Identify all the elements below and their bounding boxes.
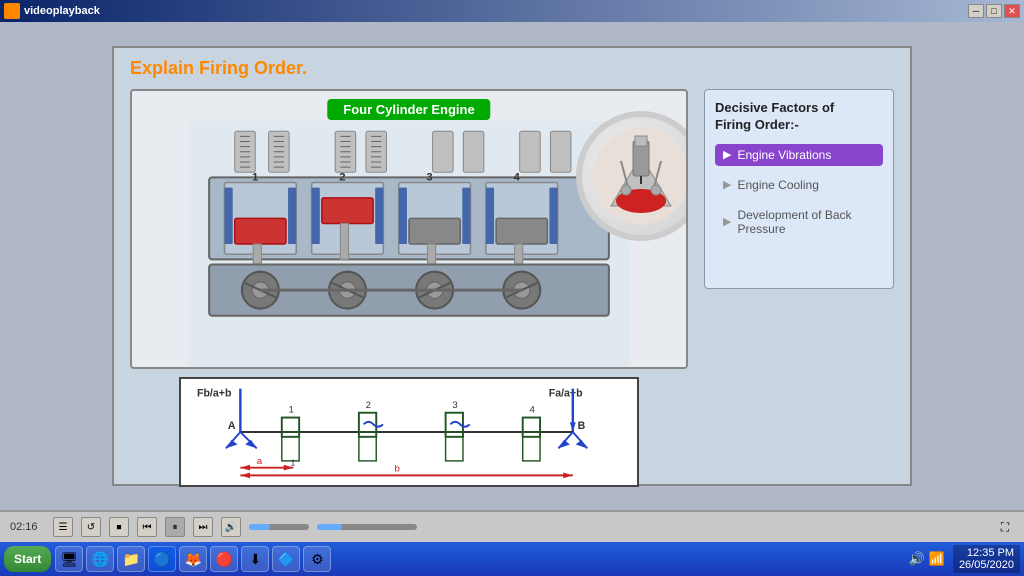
spark-plug-svg <box>591 126 688 226</box>
window: videoplayback ─ □ ✕ Explain Firing Order… <box>0 0 1024 576</box>
slide-title-prefix: Explain <box>130 58 199 78</box>
menu-button[interactable]: ☰ <box>53 517 73 537</box>
taskbar-system-icons: 🔊 📶 <box>909 551 945 567</box>
volume-button[interactable]: 🔊 <box>221 517 241 537</box>
title-bar: videoplayback ─ □ ✕ <box>0 0 1024 22</box>
taskbar-app-opera[interactable]: 🔴 <box>210 546 238 572</box>
svg-text:2: 2 <box>366 400 371 411</box>
taskbar-app-settings[interactable]: ⚙ <box>303 546 331 572</box>
content-area: Explain Firing Order. Four Cylinder Engi… <box>0 22 1024 542</box>
svg-text:Fb/a+b: Fb/a+b <box>197 387 232 399</box>
seek-bar[interactable] <box>317 524 417 530</box>
svg-text:A: A <box>228 420 236 432</box>
factor-label-cooling: Engine Cooling <box>737 178 818 192</box>
factor-item-backpressure[interactable]: ▶ Development of Back Pressure <box>715 204 883 240</box>
fullscreen-button[interactable]: ⛶ <box>996 518 1014 536</box>
rewind-button[interactable]: ⏮ <box>137 517 157 537</box>
taskbar-app-blue[interactable]: 🔵 <box>148 546 176 572</box>
stop-button[interactable]: ⏹ <box>109 517 129 537</box>
taskbar-network-icon[interactable]: 📶 <box>929 551 945 567</box>
factor-item-vibrations[interactable]: ▶ Engine Vibrations <box>715 144 883 166</box>
svg-text:b: b <box>395 464 400 475</box>
taskbar-clock: 12:35 PM 26/05/2020 <box>953 545 1020 573</box>
start-button[interactable]: Start <box>4 546 51 572</box>
svg-text:Fa/a+b: Fa/a+b <box>549 387 583 399</box>
taskbar-app-torrent[interactable]: 🔷 <box>272 546 300 572</box>
play-pause-button[interactable]: ⏸ <box>165 517 185 537</box>
factor-arrow-cooling: ▶ <box>723 178 731 191</box>
taskbar-app-computer[interactable]: 🖥 <box>55 546 83 572</box>
svg-text:4: 4 <box>529 405 535 416</box>
svg-text:1: 1 <box>290 458 295 468</box>
svg-text:1: 1 <box>252 171 258 183</box>
svg-text:3: 3 <box>452 400 457 411</box>
taskbar-right: 🔊 📶 12:35 PM 26/05/2020 <box>909 545 1020 573</box>
restart-button[interactable]: ↺ <box>81 517 101 537</box>
right-panel: Decisive Factors of Firing Order:- ▶ Eng… <box>704 89 894 487</box>
factor-arrow-backpressure: ▶ <box>723 215 731 228</box>
time-display: 02:16 <box>10 521 45 533</box>
svg-text:B: B <box>578 420 586 432</box>
taskbar-volume-icon[interactable]: 🔊 <box>909 551 925 567</box>
clock-date: 26/05/2020 <box>959 559 1014 571</box>
maximize-button[interactable]: □ <box>986 4 1002 18</box>
factors-title: Decisive Factors of Firing Order:- <box>715 100 883 134</box>
clock-time: 12:35 PM <box>959 547 1014 559</box>
control-bar: 02:16 ☰ ↺ ⏹ ⏮ ⏸ ⏭ 🔊 ⛶ <box>0 510 1024 542</box>
seek-fill <box>317 524 342 530</box>
factors-box: Decisive Factors of Firing Order:- ▶ Eng… <box>704 89 894 289</box>
factor-arrow-vibrations: ▶ <box>723 148 731 161</box>
svg-text:4: 4 <box>513 171 520 183</box>
video-area: Explain Firing Order. Four Cylinder Engi… <box>0 22 1024 510</box>
engine-label: Four Cylinder Engine <box>327 99 490 120</box>
volume-fill <box>249 524 270 530</box>
taskbar-app-download[interactable]: ⬇ <box>241 546 269 572</box>
slide-title: Explain Firing Order. <box>130 58 894 79</box>
forces-svg: Fb/a+b Fa/a+b <box>181 379 637 485</box>
factors-title-line1: Decisive Factors of <box>715 100 834 115</box>
taskbar-apps: 🖥 🌐 📁 🔵 🦊 🔴 ⬇ 🔷 ⚙ <box>55 546 904 572</box>
volume-bar[interactable] <box>249 524 309 530</box>
title-bar-left: videoplayback <box>4 3 100 19</box>
factors-title-line2: Firing Order:- <box>715 117 799 132</box>
factor-item-cooling[interactable]: ▶ Engine Cooling <box>715 174 883 196</box>
engine-diagram: Four Cylinder Engine <box>130 89 688 487</box>
slide-body: Four Cylinder Engine <box>130 89 894 487</box>
minimize-button[interactable]: ─ <box>968 4 984 18</box>
forces-diagram: Fb/a+b Fa/a+b <box>179 377 639 487</box>
svg-text:3: 3 <box>426 171 432 183</box>
taskbar: Start 🖥 🌐 📁 🔵 🦊 🔴 ⬇ 🔷 ⚙ 🔊 📶 12:35 PM 26/… <box>0 542 1024 576</box>
taskbar-app-firefox[interactable]: 🦊 <box>179 546 207 572</box>
forward-button[interactable]: ⏭ <box>193 517 213 537</box>
taskbar-app-browser[interactable]: 🌐 <box>86 546 114 572</box>
svg-text:2: 2 <box>339 171 345 183</box>
factor-label-backpressure: Development of Back Pressure <box>737 208 875 236</box>
slide-title-highlight: Firing Order. <box>199 58 307 78</box>
close-button[interactable]: ✕ <box>1004 4 1020 18</box>
window-title: videoplayback <box>24 5 100 17</box>
engine-box: Four Cylinder Engine <box>130 89 688 369</box>
svg-text:1: 1 <box>289 405 294 416</box>
svg-text:a: a <box>257 456 263 467</box>
app-icon <box>4 3 20 19</box>
factor-label-vibrations: Engine Vibrations <box>737 148 831 162</box>
slide-container: Explain Firing Order. Four Cylinder Engi… <box>112 46 912 486</box>
title-bar-buttons: ─ □ ✕ <box>968 4 1020 18</box>
taskbar-app-files[interactable]: 📁 <box>117 546 145 572</box>
